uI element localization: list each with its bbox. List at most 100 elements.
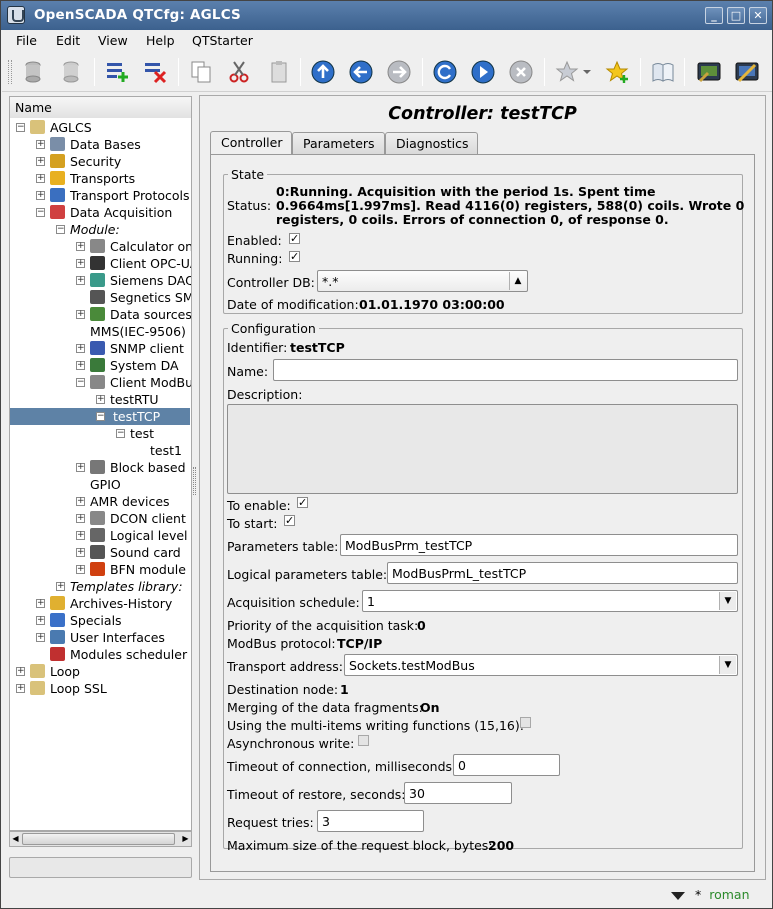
tree-item[interactable]: + Archives-History [10,595,191,612]
navigation-tree[interactable]: − AGLCS + Data Bases + Security + Transports + Tr… [9,118,192,831]
collapse-icon[interactable]: − [76,378,85,387]
multi-write-checkbox[interactable] [520,717,531,728]
menu-view[interactable]: View [98,33,128,48]
tree-item[interactable]: Segnetics SMH [10,289,191,306]
expand-icon[interactable]: + [36,633,45,642]
schedule-combobox[interactable]: 1 ▼ [362,590,738,612]
name-field[interactable] [273,359,738,381]
expand-icon[interactable]: + [76,259,85,268]
menu-help[interactable]: Help [146,33,175,48]
enabled-checkbox[interactable]: ✓ [289,233,300,244]
tree-item[interactable]: + Templates library: [10,578,191,595]
forward-icon[interactable] [384,57,414,87]
tree-item[interactable]: + Security [10,153,191,170]
tree-item[interactable]: + BFN module [10,561,191,578]
toolbar-grip[interactable] [8,60,12,84]
expand-icon[interactable]: + [76,531,85,540]
tree-item[interactable]: MMS(IEC-9506) [10,323,191,340]
expand-icon[interactable]: + [76,463,85,472]
expand-icon[interactable]: + [76,344,85,353]
chevron-down-icon[interactable] [580,57,594,87]
tree-header[interactable]: Name [9,96,192,119]
tree-item[interactable]: − test [10,425,191,442]
request-tries-field[interactable]: 3 [317,810,424,832]
menu-file[interactable]: File [16,33,37,48]
tree-item[interactable]: + System DA [10,357,191,374]
tab-parameters[interactable]: Parameters [292,132,385,154]
bookmark-icon[interactable] [552,57,582,87]
db-save-icon[interactable] [56,57,86,87]
expand-icon[interactable]: + [16,667,25,676]
tree-item[interactable]: + Logical level [10,527,191,544]
chevron-down-icon[interactable]: ▼ [719,592,736,610]
config-tool-icon[interactable] [694,57,724,87]
expand-icon[interactable]: + [76,565,85,574]
start-icon[interactable] [468,57,498,87]
add-item-icon[interactable] [102,57,132,87]
up-icon[interactable] [308,57,338,87]
tree-item[interactable]: + Loop [10,663,191,680]
tree-item[interactable]: + DCON client [10,510,191,527]
expand-icon[interactable]: + [36,174,45,183]
refresh-icon[interactable] [430,57,460,87]
panel-splitter[interactable] [193,467,196,495]
log-params-table-field[interactable]: ModBusPrmL_testTCP [387,562,738,584]
tree-item[interactable]: + Block based [10,459,191,476]
cut-icon[interactable] [224,57,254,87]
menu-qtstarter[interactable]: QTStarter [192,33,253,48]
expand-icon[interactable]: + [36,157,45,166]
tree-item[interactable]: + Transport Protocols [10,187,191,204]
tab-controller[interactable]: Controller [210,131,292,154]
expand-icon[interactable]: + [76,548,85,557]
expand-icon[interactable]: + [76,497,85,506]
tree-item[interactable]: + Data sources [10,306,191,323]
running-checkbox[interactable]: ✓ [289,251,300,262]
expand-icon[interactable]: + [76,242,85,251]
tree-item[interactable]: − testTCP [10,408,190,425]
tree-item[interactable]: + Sound card [10,544,191,561]
tab-diagnostics[interactable]: Diagnostics [385,132,478,154]
collapse-icon[interactable]: − [16,123,25,132]
tree-item[interactable]: + Specials [10,612,191,629]
tree-item[interactable]: Modules scheduler [10,646,191,663]
timeout-connection-field[interactable]: 0 [453,754,560,776]
minimize-button[interactable]: _ [705,7,723,24]
spin-arrows-icon[interactable]: ▲ [509,272,526,290]
tree-item[interactable]: + Loop SSL [10,680,191,697]
menu-edit[interactable]: Edit [56,33,80,48]
to-enable-checkbox[interactable]: ✓ [297,497,308,508]
paste-icon[interactable] [264,57,294,87]
expand-icon[interactable]: + [36,191,45,200]
tree-item[interactable]: + AMR devices [10,493,191,510]
status-indicator-icon[interactable] [671,891,685,900]
collapse-icon[interactable]: − [96,412,105,421]
tree-item[interactable]: test1 [10,442,191,459]
chevron-down-icon[interactable]: ▼ [719,656,736,674]
tree-item[interactable]: − Data Acquisition [10,204,191,221]
expand-icon[interactable]: + [76,310,85,319]
user-name[interactable]: roman [709,887,749,902]
vision-tool-icon[interactable] [732,57,762,87]
add-bookmark-icon[interactable] [602,57,632,87]
tree-item[interactable]: − Module: [10,221,191,238]
collapse-icon[interactable]: − [56,225,65,234]
tree-horizontal-scrollbar[interactable]: ◀ ▶ [9,831,192,847]
timeout-restore-field[interactable]: 30 [404,782,512,804]
expand-icon[interactable]: + [96,395,105,404]
scroll-left-icon[interactable]: ◀ [10,833,21,845]
tree-item[interactable]: − AGLCS [10,119,191,136]
title-bar[interactable]: OpenSCADA QTCfg: AGLCS _ □ ✕ [1,1,772,30]
expand-icon[interactable]: + [36,140,45,149]
tree-item[interactable]: + Siemens DAQ [10,272,191,289]
tree-item[interactable]: + Calculator on [10,238,191,255]
expand-icon[interactable]: + [16,684,25,693]
tree-item[interactable]: + Data Bases [10,136,191,153]
copy-icon[interactable] [186,57,216,87]
maximize-button[interactable]: □ [727,7,745,24]
expand-icon[interactable]: + [36,599,45,608]
collapse-icon[interactable]: − [36,208,45,217]
tree-item[interactable]: + User Interfaces [10,629,191,646]
tree-item[interactable]: − Client ModBus [10,374,191,391]
tree-item[interactable]: + testRTU [10,391,191,408]
stop-icon[interactable] [506,57,536,87]
